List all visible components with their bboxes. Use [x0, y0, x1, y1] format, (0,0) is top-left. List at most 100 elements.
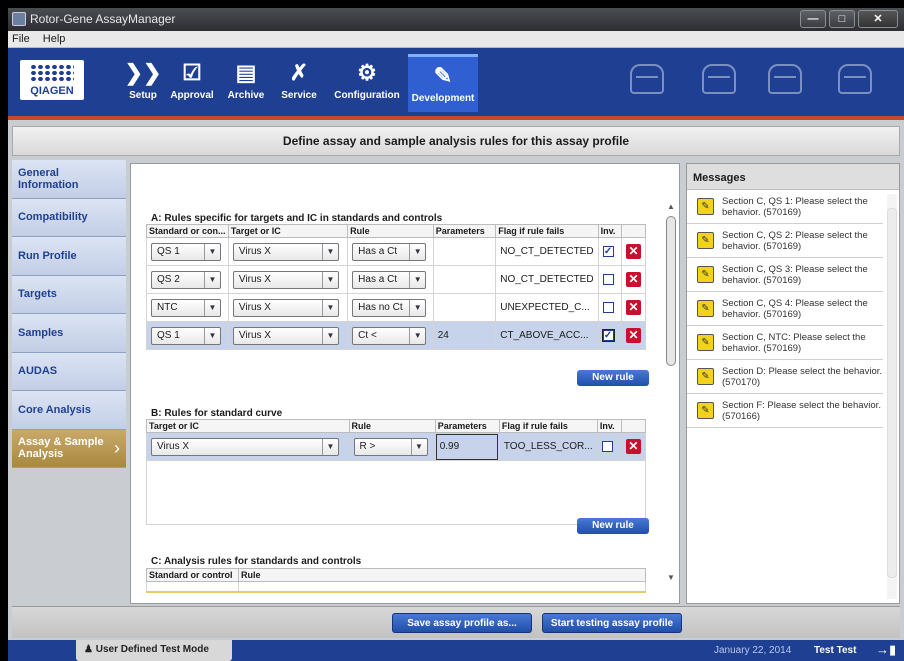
section-b-title: B: Rules for standard curve — [151, 408, 283, 419]
delete-icon[interactable]: ✕ — [625, 439, 641, 454]
parameter-field[interactable] — [432, 265, 497, 294]
flag-field[interactable]: TOO_LESS_COR... — [498, 432, 598, 461]
nav-configuration[interactable]: ⚙ Configuration — [334, 54, 400, 112]
rule-select[interactable]: Has a Ct ▼ — [352, 242, 427, 261]
message-item[interactable]: ✎ Section C, QS 2: Please select the beha… — [687, 224, 883, 258]
parameter-field[interactable] — [432, 293, 497, 322]
parameter-field[interactable]: 0.99 — [434, 432, 500, 461]
chevron-down-icon: ▼ — [321, 327, 338, 344]
menu-file[interactable]: File — [12, 33, 30, 45]
sidebar-item-compatibility[interactable]: Compatibility — [12, 198, 126, 237]
sidebar-item-targets[interactable]: Targets — [12, 275, 126, 314]
target-select[interactable]: Virus X ▼ — [151, 437, 339, 456]
column-header: Parameters — [434, 419, 500, 433]
sidebar-item-core-analysis[interactable]: Core Analysis — [12, 391, 126, 430]
chevron-right-icon: › — [114, 438, 120, 459]
sidebar-item-audas[interactable]: AUDAS — [12, 352, 126, 391]
cycler-slot-icon — [768, 64, 802, 94]
configuration-icon: ⚙ — [357, 60, 377, 85]
scrollbar-thumb[interactable] — [666, 216, 676, 366]
rule-select[interactable]: Ct < ▼ — [352, 326, 427, 345]
page-title: Define assay and sample analysis rules f… — [12, 126, 900, 156]
scroll-down-icon[interactable]: ▼ — [665, 573, 677, 582]
menu-help[interactable]: Help — [43, 33, 66, 45]
title-bar: Rotor-Gene AssayManager — □ ✕ — [8, 8, 904, 31]
message-item[interactable]: ✎ Section F: Please select the behavior. … — [687, 394, 883, 428]
column-header: Rule — [347, 224, 434, 238]
nav-archive[interactable]: ▤ Archive — [224, 54, 268, 112]
sidebar-item-assay-sample-analysis[interactable]: Assay & Sample Analysis › — [12, 429, 126, 468]
invert-checkbox[interactable]: ✓ — [601, 328, 615, 342]
message-item[interactable]: ✎ Section C, QS 1: Please select the beha… — [687, 190, 883, 224]
invert-checkbox[interactable] — [602, 301, 614, 313]
mode-tab[interactable]: ♟ User Defined Test Mode — [76, 640, 232, 661]
cycler-slot-icon — [838, 64, 872, 94]
target-select[interactable]: Virus X ▼ — [232, 270, 339, 289]
delete-icon[interactable]: ✕ — [625, 272, 641, 287]
standard-select[interactable]: NTC ▼ — [151, 298, 221, 317]
rule-select[interactable]: Has no Ct ▼ — [352, 298, 427, 317]
chevron-down-icon: ▼ — [410, 438, 427, 455]
scroll-up-icon[interactable]: ▲ — [665, 202, 677, 211]
message-item[interactable]: ✎ Section D: Please select the behavior. … — [687, 360, 883, 394]
qiagen-logo: QIAGEN — [20, 60, 84, 100]
nav-approval[interactable]: ☑ Approval — [168, 54, 216, 112]
table-row: QS 1 ▼ Virus X ▼ Has a Ct ▼ NO_CT_DETECTED … — [146, 237, 647, 266]
column-header: Target or IC — [227, 224, 349, 238]
main-scrollbar[interactable]: ▲ ▼ — [665, 202, 677, 582]
maximize-button[interactable]: □ — [829, 10, 855, 28]
message-item[interactable]: ✎ Section C, NTC: Please select the behav… — [687, 326, 883, 360]
flag-field[interactable]: NO_CT_DETECTED — [495, 237, 599, 266]
messages-title: Messages — [687, 164, 899, 190]
edit-icon: ✎ — [697, 334, 714, 351]
standard-select[interactable]: QS 1 ▼ — [151, 326, 221, 345]
messages-panel: Messages ✎ Section C, QS 1: Please select… — [686, 163, 900, 604]
target-select[interactable]: Virus X ▼ — [232, 326, 339, 345]
chevron-down-icon: ▼ — [409, 243, 425, 260]
delete-icon[interactable]: ✕ — [625, 300, 641, 315]
sidebar-item-general-information[interactable]: General Information — [12, 160, 126, 199]
sidebar-item-run-profile[interactable]: Run Profile — [12, 237, 126, 276]
approval-icon: ☑ — [182, 60, 202, 85]
target-select[interactable]: Virus X ▼ — [232, 298, 339, 317]
table-row: QS 1 ▼ Virus X ▼ Ct < ▼ 24 CT_ABOVE_ACC... … — [146, 321, 647, 350]
invert-checkbox[interactable] — [602, 273, 614, 285]
rule-select[interactable]: R > ▼ — [353, 437, 428, 456]
standard-select[interactable]: QS 2 ▼ — [151, 270, 221, 289]
flag-field[interactable]: UNEXPECTED_C... — [495, 293, 599, 322]
new-rule-button-a[interactable]: New rule — [577, 370, 649, 386]
message-item[interactable]: ✎ Section C, QS 3: Please select the beha… — [687, 258, 883, 292]
parameter-field[interactable] — [432, 237, 497, 266]
chevron-down-icon: ▼ — [204, 271, 220, 288]
invert-checkbox[interactable]: ✓ — [602, 245, 614, 257]
nav-service[interactable]: ✗ Service — [278, 54, 320, 112]
minimize-button[interactable]: — — [800, 10, 826, 28]
nav-setup[interactable]: ❯❯ Setup — [124, 54, 162, 112]
start-testing-button[interactable]: Start testing assay profile — [542, 613, 682, 633]
save-assay-profile-button[interactable]: Save assay profile as... — [392, 613, 532, 633]
status-bar: ♟ User Defined Test Mode January 22, 201… — [8, 640, 904, 661]
chevron-down-icon: ▼ — [204, 299, 220, 316]
message-item[interactable]: ✎ Section C, QS 4: Please select the beha… — [687, 292, 883, 326]
standard-select[interactable]: QS 1 ▼ — [151, 242, 221, 261]
delete-icon[interactable]: ✕ — [625, 244, 641, 259]
sidebar: General Information Compatibility Run Pr… — [12, 160, 126, 606]
flag-field[interactable]: CT_ABOVE_ACC... — [495, 321, 599, 350]
delete-icon[interactable]: ✕ — [625, 328, 641, 343]
nav-development[interactable]: ✎ Development — [408, 54, 478, 112]
sidebar-item-samples[interactable]: Samples — [12, 314, 126, 353]
target-select[interactable]: Virus X ▼ — [232, 242, 339, 261]
column-header: Rule — [237, 568, 647, 582]
new-rule-button-b[interactable]: New rule — [577, 518, 649, 534]
service-icon: ✗ — [289, 60, 309, 85]
logout-icon[interactable]: →▮ — [876, 642, 896, 658]
messages-scrollbar[interactable] — [887, 194, 897, 599]
invert-checkbox[interactable] — [601, 440, 613, 452]
rule-select[interactable]: Has a Ct ▼ — [352, 270, 427, 289]
flag-field[interactable]: NO_CT_DETECTED — [495, 265, 599, 294]
column-header: Inv. — [596, 419, 622, 433]
close-button[interactable]: ✕ — [858, 10, 898, 28]
parameter-field[interactable]: 24 — [432, 321, 497, 350]
chevron-down-icon: ▼ — [409, 327, 425, 344]
table-row: Virus X ▼ R > ▼ 0.99 TOO_LESS_COR... ✕ — [146, 432, 647, 461]
